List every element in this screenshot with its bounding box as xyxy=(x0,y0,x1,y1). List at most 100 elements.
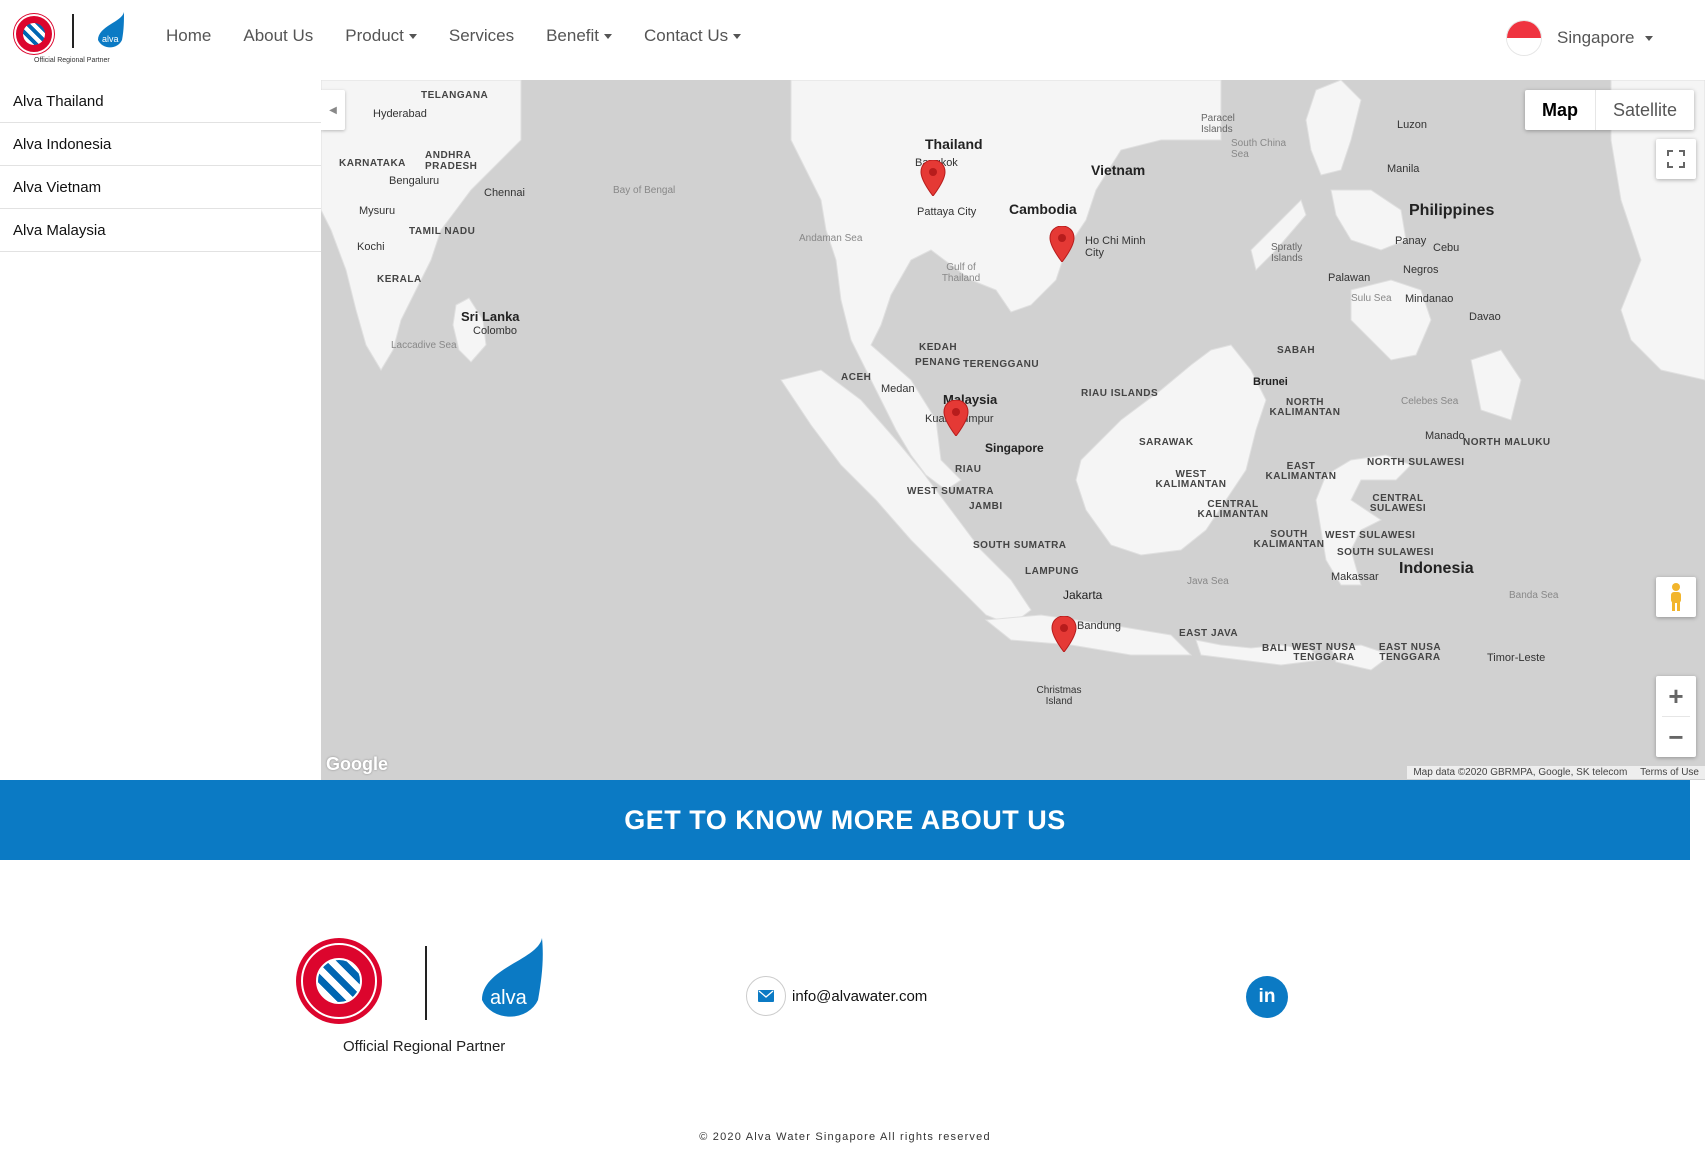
map-label: Bengaluru xyxy=(389,175,440,187)
caret-down-icon xyxy=(733,33,742,39)
map-label: Makassar xyxy=(1331,571,1379,583)
singapore-flag-icon xyxy=(1506,20,1542,56)
map-label: KEDAH xyxy=(919,342,958,353)
sidebar-item-alva-thailand[interactable]: Alva Thailand xyxy=(0,80,321,123)
map-label: Hyderabad xyxy=(373,108,427,120)
map-label: NORTH MALUKU xyxy=(1463,437,1551,448)
nav-contact-us[interactable]: Contact Us xyxy=(644,26,742,46)
nav-label: Contact Us xyxy=(644,26,729,45)
nav-home[interactable]: Home xyxy=(166,26,211,46)
nav-about-us[interactable]: About Us xyxy=(243,26,313,46)
map-label: Gulf of Thailand xyxy=(941,262,981,284)
map-label: ACEH xyxy=(841,372,872,383)
map-pin-vietnam[interactable] xyxy=(1049,226,1075,262)
alva-drop-logo: alva xyxy=(98,12,124,48)
sidebar-item-alva-indonesia[interactable]: Alva Indonesia xyxy=(0,123,321,166)
nav-product[interactable]: Product xyxy=(345,26,417,46)
map-label: Manila xyxy=(1387,163,1420,175)
map-label: Paracel Islands xyxy=(1201,113,1235,135)
sidebar-item-alva-vietnam[interactable]: Alva Vietnam xyxy=(0,166,321,209)
map-label: ANDHRA PRADESH xyxy=(425,150,478,172)
map-label: SARAWAK xyxy=(1139,437,1194,448)
map-label: Java Sea xyxy=(1187,576,1229,587)
map-label: Cebu xyxy=(1433,242,1460,254)
terms-of-use-link[interactable]: Terms of Use xyxy=(1640,767,1699,778)
map-label: Timor-Leste xyxy=(1487,652,1546,664)
zoom-out-button[interactable]: − xyxy=(1656,717,1696,757)
logo-partner-text: Official Regional Partner xyxy=(34,57,110,64)
map-label: Andaman Sea xyxy=(799,233,863,244)
map-label: Panay xyxy=(1395,235,1427,247)
envelope-icon xyxy=(746,976,786,1016)
map-type-satellite-button[interactable]: Satellite xyxy=(1595,90,1694,130)
linkedin-icon[interactable]: in xyxy=(1246,976,1288,1018)
svg-text:alva: alva xyxy=(490,987,528,1009)
fullscreen-icon xyxy=(1667,150,1685,168)
map-label: WEST SUMATRA xyxy=(907,486,994,497)
map-label: LAMPUNG xyxy=(1025,566,1080,577)
street-view-pegman[interactable] xyxy=(1656,577,1696,617)
map-label: WEST NUSA TENGGARA xyxy=(1291,642,1357,663)
country-selector[interactable]: Singapore xyxy=(1506,20,1653,56)
pegman-icon xyxy=(1671,583,1681,611)
alva-drop-logo: alva xyxy=(482,938,543,1017)
nav-benefit[interactable]: Benefit xyxy=(546,26,613,46)
map-label: South China Sea xyxy=(1231,138,1287,160)
map-label: CENTRAL SULAWESI xyxy=(1369,493,1427,514)
brand-logo[interactable]: alva Official Regional Partner xyxy=(14,12,126,68)
map-label: Banda Sea xyxy=(1509,590,1559,601)
map-label: Laccadive Sea xyxy=(391,340,457,351)
map-label: SOUTH SUMATRA xyxy=(973,540,1067,551)
zoom-in-button[interactable]: + xyxy=(1656,676,1696,716)
sidebar-item-label: Alva Vietnam xyxy=(13,178,102,196)
nav-services[interactable]: Services xyxy=(449,26,514,46)
map-label: Pattaya City xyxy=(917,206,977,218)
map-label: Brunei xyxy=(1253,376,1288,388)
map-label: Philippines xyxy=(1409,202,1495,219)
map-type-map-button[interactable]: Map xyxy=(1525,90,1595,130)
fullscreen-button[interactable] xyxy=(1656,139,1696,179)
map-label: Negros xyxy=(1403,264,1439,276)
map-pin-indonesia[interactable] xyxy=(1051,616,1077,652)
site-header: alva Official Regional Partner Home Abou… xyxy=(0,0,1705,80)
map-label: Kochi xyxy=(357,241,385,253)
map-label: Davao xyxy=(1469,311,1501,323)
map-label: SOUTH SULAWESI xyxy=(1337,547,1435,558)
map-label: WEST SULAWESI xyxy=(1325,530,1416,541)
map-label: NORTH SULAWESI xyxy=(1367,457,1465,468)
map-data-credit: Map data ©2020 GBRMPA, Google, SK teleco… xyxy=(1413,767,1628,778)
map-label: SABAH xyxy=(1277,345,1316,356)
nav-label: Benefit xyxy=(546,26,600,45)
map-label: Sri Lanka xyxy=(461,309,520,324)
sidebar-collapse-button[interactable]: ◀ xyxy=(321,90,345,130)
map-label: Thailand xyxy=(925,136,983,152)
map-label: Mindanao xyxy=(1405,293,1454,305)
nav-label: Home xyxy=(166,26,212,45)
copyright-text: © 2020 Alva Water Singapore All rights r… xyxy=(699,1131,991,1143)
country-label: Singapore xyxy=(1557,28,1635,47)
nav-label: About Us xyxy=(243,26,314,45)
map-label: KERALA xyxy=(377,274,422,285)
map-label: Christmas Island xyxy=(1036,685,1082,707)
nav-label: Services xyxy=(448,26,515,45)
map-label: Mysuru xyxy=(359,205,396,217)
map-pin-malaysia[interactable] xyxy=(943,400,969,436)
map-pin-thailand[interactable] xyxy=(920,160,946,196)
nav-label: Product xyxy=(345,26,404,45)
map-label: CENTRAL KALIMANTAN xyxy=(1197,499,1269,520)
map-label: Ho Chi Minh City xyxy=(1085,235,1146,259)
map-attribution: Map data ©2020 GBRMPA, Google, SK teleco… xyxy=(1407,766,1705,779)
zoom-control: + − xyxy=(1656,676,1696,757)
about-us-cta-banner[interactable]: GET TO KNOW MORE ABOUT US xyxy=(0,780,1690,860)
map-label: Palawan xyxy=(1328,272,1371,284)
map-type-control: Map Satellite xyxy=(1525,90,1695,130)
map-label: TERENGGANU xyxy=(963,359,1040,370)
map-label: NORTH KALIMANTAN xyxy=(1269,397,1341,418)
footer-email[interactable]: info@alvawater.com xyxy=(746,976,927,1016)
map-label: Vietnam xyxy=(1091,162,1146,178)
caret-down-icon xyxy=(1644,35,1653,41)
map-label: Sulu Sea xyxy=(1351,293,1392,304)
google-map[interactable]: ◀ Map Satellite + − Thailand Bangkok Pat… xyxy=(321,80,1705,780)
email-address[interactable]: info@alvawater.com xyxy=(792,988,927,1005)
sidebar-item-alva-malaysia[interactable]: Alva Malaysia xyxy=(0,209,321,252)
